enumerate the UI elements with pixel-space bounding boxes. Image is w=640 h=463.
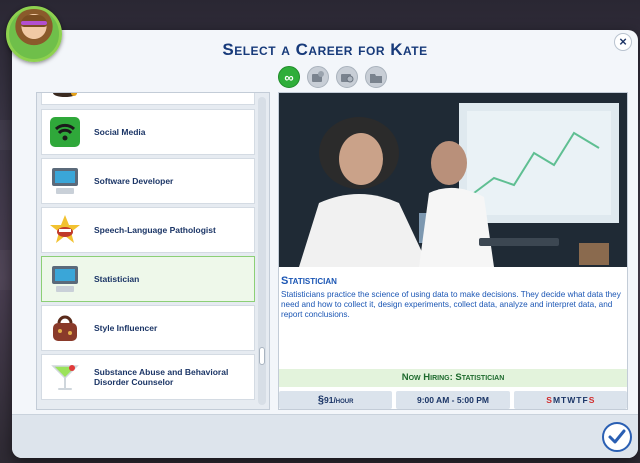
sim-avatar[interactable] [6,6,62,62]
career-detail-panel: Statistician Statisticians practice the … [278,92,628,410]
day-wednesday: W [567,395,576,405]
career-dialog: Select a Career for Kate × ∞ Social Medi… [12,30,638,458]
work-days: SMTWTFS [513,391,627,409]
career-description: Statisticians practice the science of us… [281,290,621,319]
day-friday: F [582,395,588,405]
filter-freelance-button[interactable] [336,66,358,88]
career-item-statistician[interactable]: Statistician [41,256,255,302]
computer-icon [44,160,86,202]
career-list-scrollbar[interactable] [258,97,266,405]
career-item-partial[interactable] [41,93,255,105]
day-monday: M [552,395,561,405]
career-item-label: Social Media [94,127,146,137]
scrollbar-thumb[interactable] [259,347,265,365]
cocktail-icon [44,356,86,398]
pay-rate: §91/hour [279,391,393,409]
speech-mouth-icon [44,209,86,251]
filter-all-careers-button[interactable]: ∞ [278,66,300,88]
career-info-row: §91/hour 9:00 AM - 5:00 PM SMTWTFS [279,391,627,409]
day-saturday: S [588,395,595,405]
career-item-style-influencer[interactable]: Style Influencer [41,305,255,351]
filter-part-time-button[interactable] [307,66,329,88]
career-item-label: Style Influencer [94,323,158,333]
dialog-footer [12,414,638,458]
career-list[interactable]: Social Media Software Developer Speech-L… [36,92,270,410]
career-item-label: Speech-Language Pathologist [94,225,216,235]
career-item-label: Substance Abuse and Behavioral Disorder … [94,367,229,387]
career-item-substance-abuse-counselor[interactable]: Substance Abuse and Behavioral Disorder … [41,354,255,400]
career-title: Statistician [281,275,337,287]
freelance-icon [341,74,354,83]
avatar-headband [21,21,47,25]
wifi-icon [44,111,86,153]
folder-icon [370,74,382,83]
handbag-icon [44,307,86,349]
confirm-button[interactable] [602,422,632,452]
dialog-title: Select a Career for Kate [222,40,428,59]
filter-saved-button[interactable] [365,66,387,88]
infinity-icon: ∞ [284,69,294,85]
work-hours: 9:00 AM - 5:00 PM [396,391,510,409]
career-item-label: Statistician [94,274,140,284]
computer-icon [44,258,86,300]
career-item-software-developer[interactable]: Software Developer [41,158,255,204]
career-item-speech-language-pathologist[interactable]: Speech-Language Pathologist [41,207,255,253]
day-sunday: S [546,395,552,405]
now-hiring-banner: Now Hiring: Statistician [279,369,627,387]
day-tuesday: T [561,395,567,405]
career-item-label: Software Developer [94,176,174,186]
career-item-social-media[interactable]: Social Media [41,109,255,155]
career-filter-bar: ∞ [278,66,387,88]
checkmark-icon [608,429,626,444]
partial-career-icon [44,93,86,103]
close-button[interactable]: × [614,33,632,51]
day-thursday: T [576,395,582,405]
career-photo [279,93,627,267]
pay-value: 91/hour [323,395,354,405]
part-time-icon [312,71,324,82]
